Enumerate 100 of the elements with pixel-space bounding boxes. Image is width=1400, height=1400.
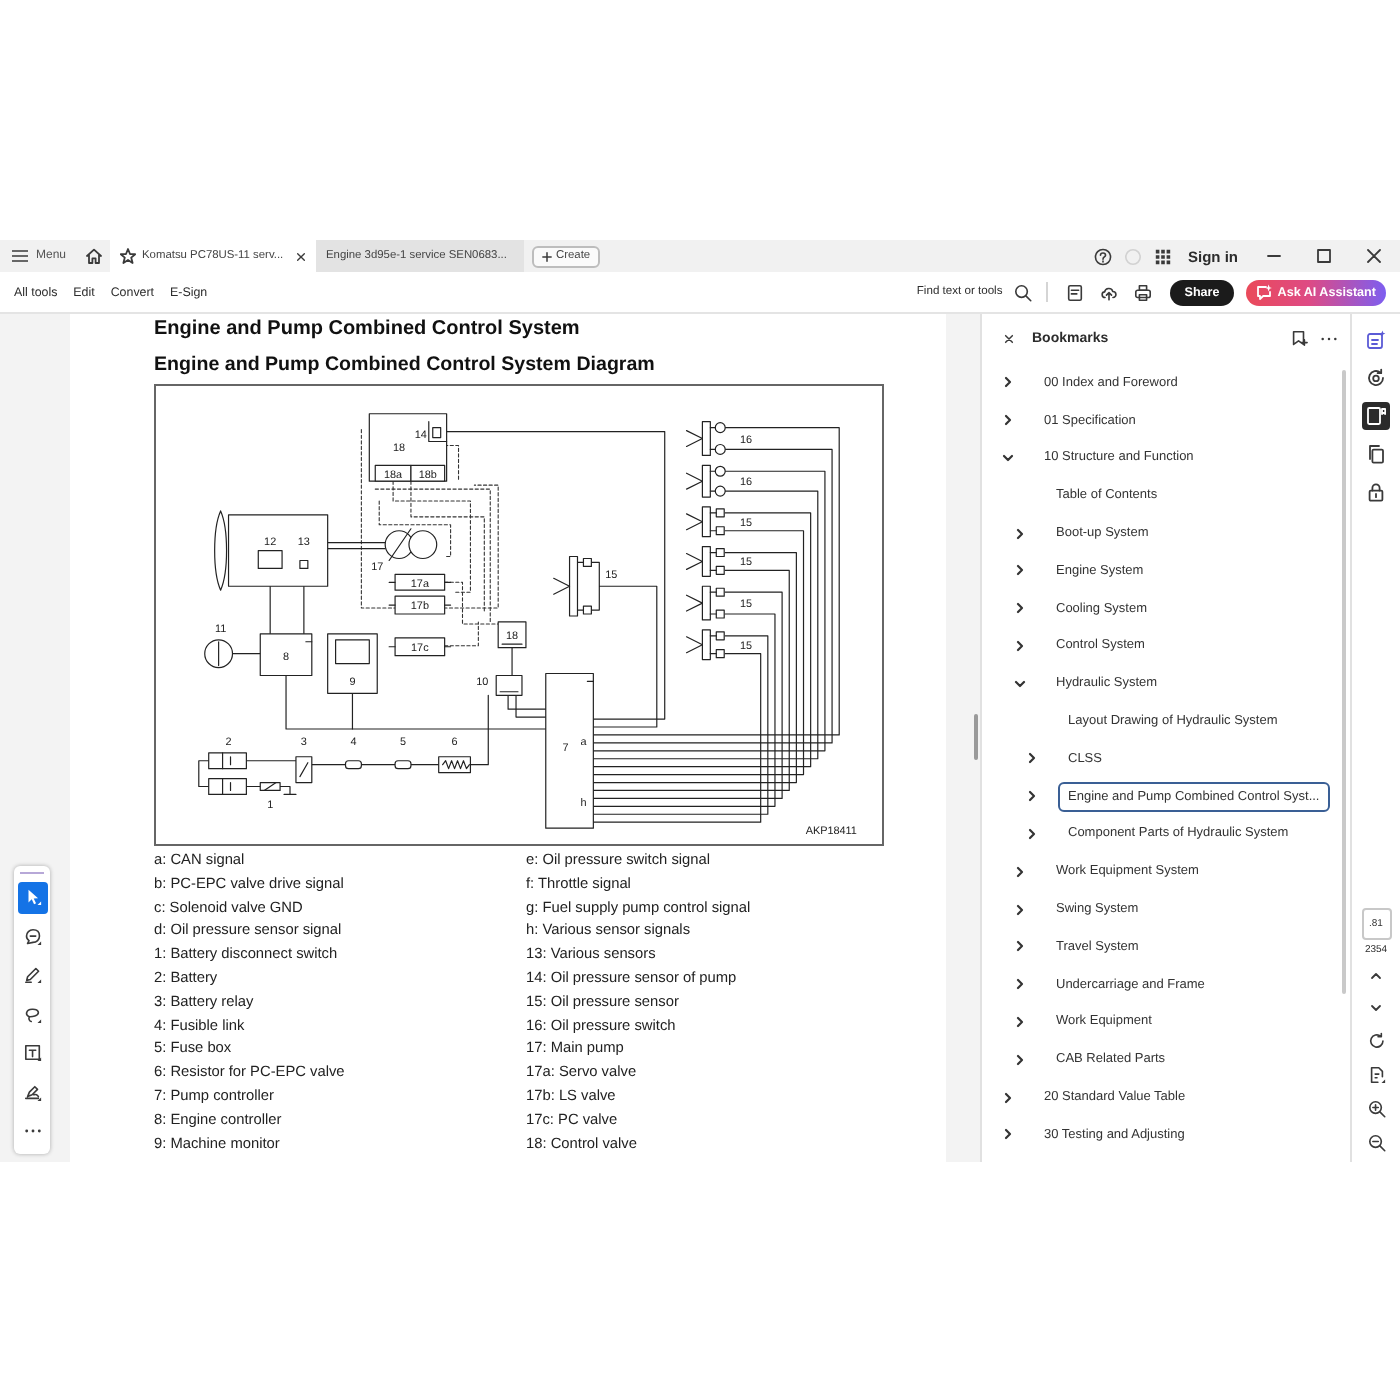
signature-pen-icon (23, 1083, 41, 1101)
sensor-symbol (432, 427, 442, 439)
switch-symbol (259, 781, 281, 792)
dial-symbol (204, 639, 234, 669)
chevron-down-icon[interactable] (1002, 451, 1014, 464)
page-heading: Engine and Pump Combined Control System (154, 318, 582, 342)
valve-section (410, 464, 446, 482)
wire (410, 764, 440, 766)
switch-pair-symbol (685, 421, 726, 456)
fuse-symbol (344, 760, 362, 770)
valve-symbol (388, 595, 452, 615)
home-icon (86, 248, 103, 264)
wire (311, 764, 347, 766)
convert-button[interactable] (1362, 364, 1390, 392)
wire (231, 653, 261, 655)
wire (360, 764, 396, 766)
sensor-pair-symbol (685, 506, 725, 538)
apps-grid-icon[interactable] (1154, 247, 1172, 265)
close-icon[interactable] (1366, 248, 1382, 264)
chevron-down-icon[interactable] (1014, 677, 1026, 690)
plus-icon (542, 251, 553, 261)
cloud-upload-icon (1100, 283, 1119, 301)
scrollbar-thumb[interactable] (1341, 370, 1345, 994)
chevron-right-icon[interactable] (1014, 602, 1026, 615)
close-icon[interactable] (296, 251, 307, 261)
chevron-right-icon[interactable] (1002, 1091, 1014, 1104)
wire (198, 760, 210, 788)
chevron-right-icon[interactable] (1014, 1015, 1026, 1028)
resistor-symbol (438, 756, 471, 774)
pages-icon (1366, 444, 1386, 464)
chevron-right-icon[interactable] (1002, 1128, 1014, 1141)
valve-symbol (388, 573, 452, 591)
chevron-right-icon[interactable] (1014, 940, 1026, 953)
comment-icon (23, 927, 41, 945)
close-icon[interactable] (1004, 334, 1014, 344)
maximize-icon[interactable] (1316, 248, 1332, 264)
solenoid-symbol (497, 621, 527, 649)
diagram-heading: Engine and Pump Combined Control System Diagram (154, 354, 657, 378)
chevron-right-icon[interactable] (1002, 414, 1014, 427)
wire (245, 760, 297, 762)
fuse-symbol (394, 760, 412, 770)
valve-section (374, 464, 412, 482)
controller-box (259, 633, 313, 677)
engine-block (214, 510, 329, 591)
relay-symbol (295, 756, 313, 784)
rotate-icon[interactable] (1367, 1032, 1385, 1050)
upload-button[interactable] (1100, 283, 1119, 301)
bookmark-panel-icon (1366, 406, 1386, 426)
circular-arrows-icon (1366, 368, 1386, 388)
ai-tools-button[interactable] (1362, 326, 1390, 354)
form-button[interactable] (1066, 283, 1085, 301)
chevron-down-icon[interactable] (1368, 1000, 1384, 1016)
sensor-pair-symbol (685, 629, 725, 661)
menu-icon (12, 248, 28, 264)
chevron-right-icon[interactable] (1014, 564, 1026, 577)
zoom-in-icon[interactable] (1367, 1100, 1385, 1118)
valve-symbol (388, 637, 452, 657)
text-box-icon (23, 1044, 41, 1062)
chevron-right-icon[interactable] (1026, 827, 1038, 840)
battery-symbol (208, 752, 247, 796)
star-icon (120, 248, 137, 264)
wire (327, 542, 386, 544)
pen-icon (23, 966, 41, 984)
chevron-right-icon[interactable] (1014, 527, 1026, 540)
lock-icon (1366, 482, 1386, 502)
chevron-right-icon[interactable] (1026, 752, 1038, 765)
chevron-right-icon[interactable] (1026, 790, 1038, 803)
zoom-out-icon[interactable] (1367, 1134, 1385, 1152)
help-icon[interactable] (1094, 247, 1112, 265)
sparkle-document-icon (1366, 330, 1386, 350)
component-box (257, 549, 283, 569)
scrollbar-thumb[interactable] (974, 714, 978, 760)
cursor-icon (23, 888, 41, 906)
chevron-right-icon[interactable] (1014, 639, 1026, 652)
wire (279, 785, 297, 796)
select-tool-button[interactable] (17, 881, 47, 913)
chevron-right-icon[interactable] (1014, 1053, 1026, 1066)
sensor-pair-symbol (553, 555, 592, 617)
chevron-right-icon[interactable] (1014, 865, 1026, 878)
chat-sparkle-icon (1255, 284, 1272, 300)
wire (327, 548, 386, 550)
add-bookmark-icon[interactable] (1290, 330, 1308, 348)
sensor-symbol (299, 559, 309, 569)
chevron-right-icon[interactable] (1014, 978, 1026, 991)
page-fit-icon[interactable] (1367, 1066, 1385, 1084)
sensor-pair-symbol (685, 546, 725, 577)
sensor-pair-symbol (685, 585, 725, 621)
chevron-up-icon[interactable] (1368, 968, 1384, 984)
chevron-right-icon[interactable] (1002, 376, 1014, 389)
printer-icon (1134, 283, 1153, 301)
switch-pair-symbol (685, 464, 726, 498)
bookmarks-button[interactable] (1362, 402, 1390, 430)
lasso-icon (23, 1005, 41, 1023)
print-button[interactable] (1134, 283, 1153, 301)
chevron-right-icon[interactable] (1014, 903, 1026, 916)
monitor-symbol (327, 633, 378, 694)
document-icon (1066, 283, 1085, 301)
search-icon (1014, 283, 1033, 301)
solenoid-symbol (495, 674, 523, 696)
pump-symbol (384, 528, 438, 562)
